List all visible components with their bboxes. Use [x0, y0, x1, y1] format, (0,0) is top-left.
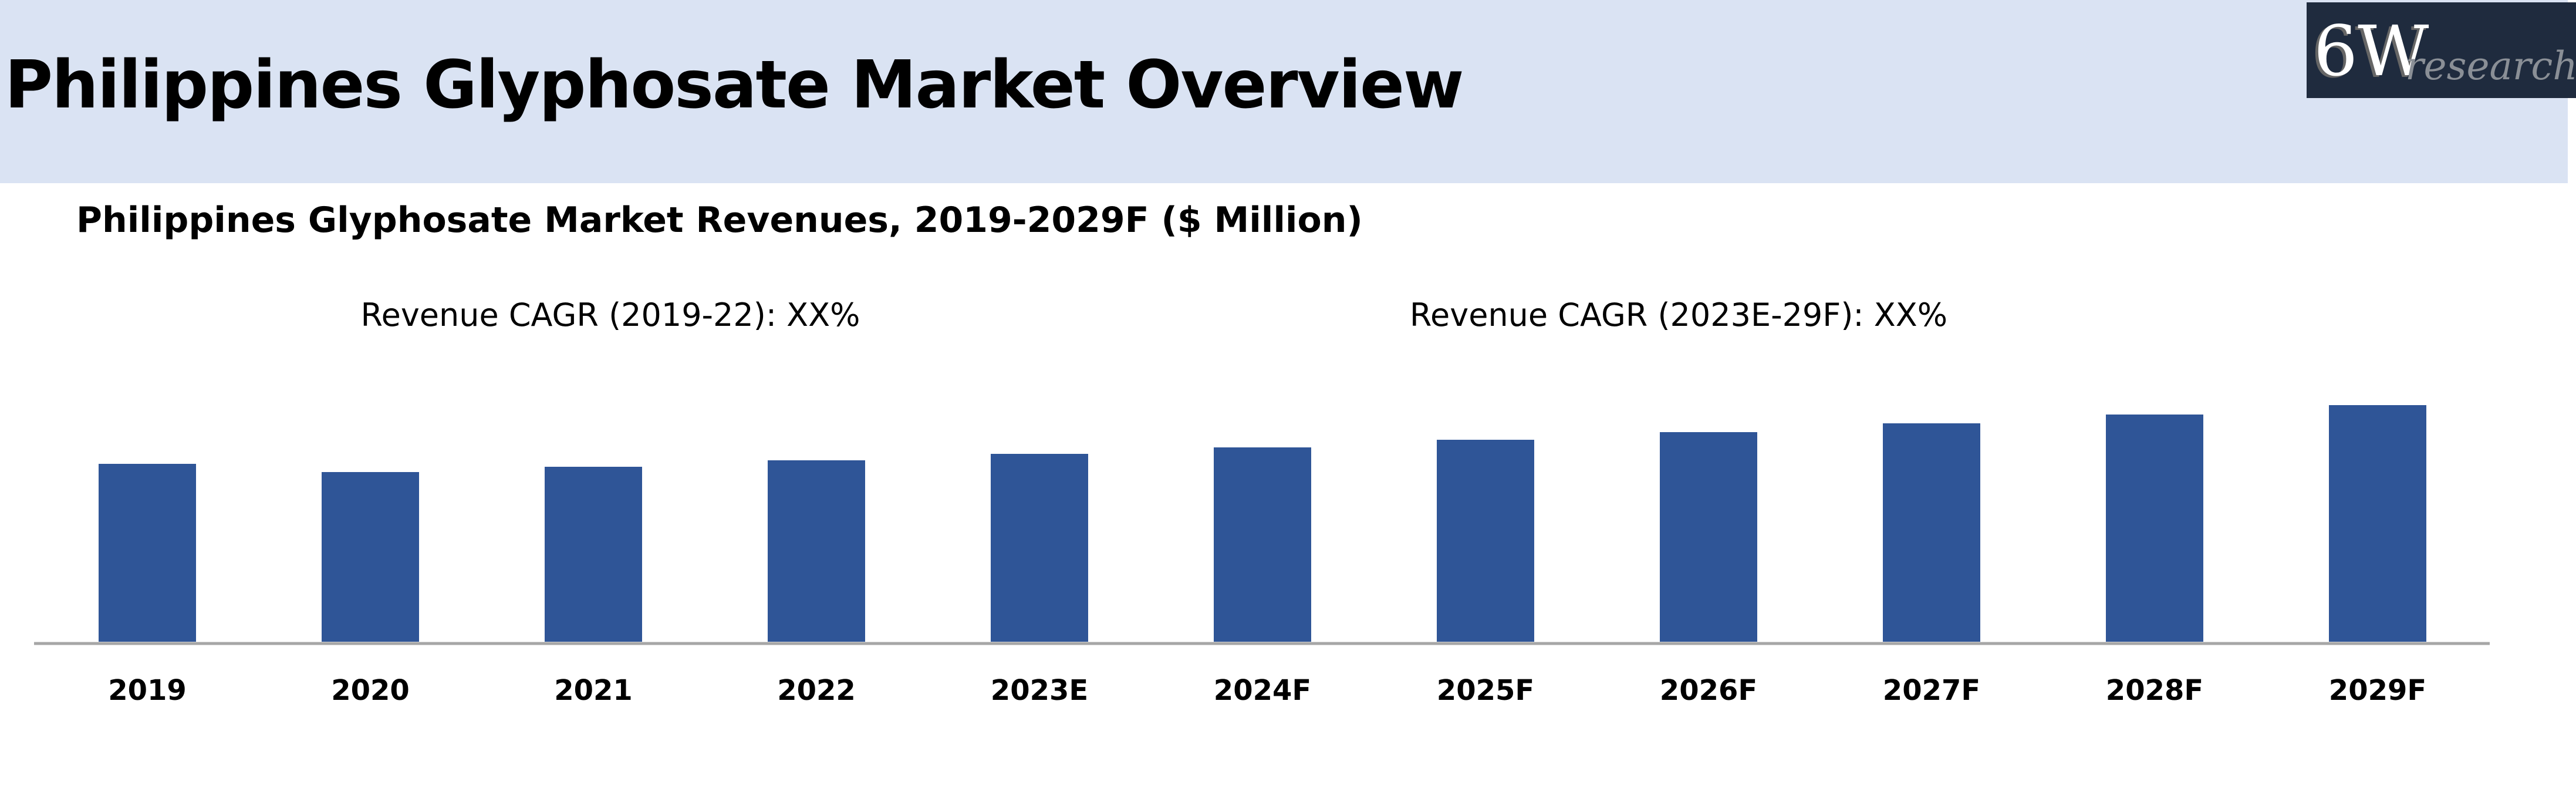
bar-2027F: [1883, 423, 1980, 642]
x-tick-label: 2022: [777, 674, 856, 707]
bar-chart: 2019 2020 2021 2022 2023E 2024F 2025F 2026F 2027…: [34, 405, 2490, 707]
bar-2024F: [1214, 447, 1311, 642]
bar-2028F: [2106, 415, 2203, 642]
x-tick-label: 2020: [331, 674, 410, 707]
x-tick-label: 2021: [554, 674, 633, 707]
x-tick-label: 2025F: [1437, 674, 1534, 707]
x-tick-label: 2026F: [1660, 674, 1757, 707]
x-tick-label: 2027F: [1883, 674, 1980, 707]
bar-2021: [545, 467, 642, 642]
bar-2023E: [991, 454, 1088, 642]
x-tick-label: 2023E: [991, 674, 1088, 707]
bar-2029F: [2329, 405, 2426, 642]
bar-2020: [322, 472, 419, 642]
x-tick-label: 2029F: [2329, 674, 2426, 707]
bar-2019: [99, 464, 196, 642]
x-tick-label: 2019: [108, 674, 187, 707]
bar-2025F: [1437, 440, 1534, 642]
bar-2022: [768, 460, 865, 642]
bar-2026F: [1660, 432, 1757, 642]
x-tick-label: 2028F: [2106, 674, 2203, 707]
x-tick-label: 2024F: [1214, 674, 1311, 707]
